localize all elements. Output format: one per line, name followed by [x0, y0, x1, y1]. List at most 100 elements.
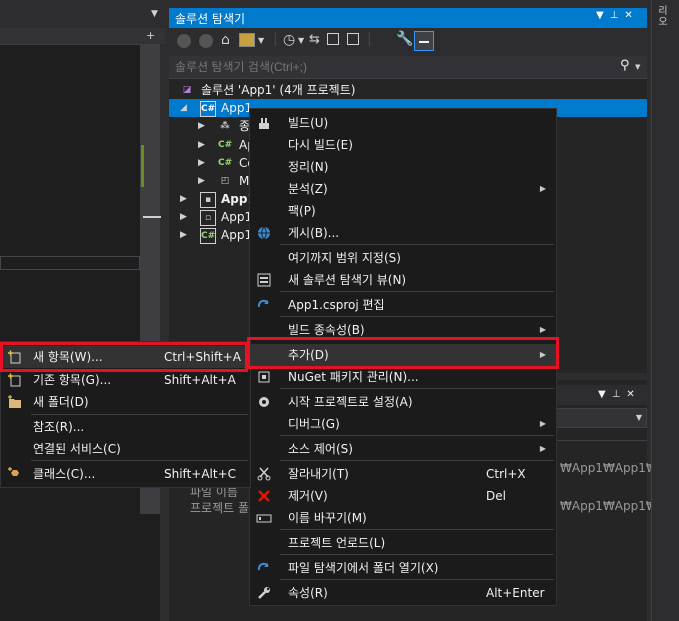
menu-item-5[interactable]: 연결된 서비스(C) — [1, 438, 250, 460]
menu-item-label: 팩(P) — [288, 204, 316, 218]
menu-item-14[interactable]: 디버그(G) ▶ — [250, 413, 556, 435]
menu-item-18[interactable]: 이름 바꾸기(M) — [250, 507, 556, 529]
menu-item-6[interactable]: 게시(B)... — [250, 222, 556, 244]
submenu-arrow-icon: ▶ — [539, 325, 546, 334]
menu-item-label: 파일 탐색기에서 폴더 열기(X) — [288, 561, 439, 575]
menu-item-2[interactable]: 다시 빌드(E) — [250, 134, 556, 156]
menu-separator — [280, 388, 554, 389]
menu-item-11[interactable]: 추가(D) ▶ — [250, 344, 556, 366]
close-icon[interactable]: ✕ — [624, 10, 638, 21]
solution-explorer-search-input[interactable] — [175, 60, 595, 74]
back-icon[interactable] — [177, 34, 191, 48]
pin-icon[interactable]: ⊥ — [610, 10, 625, 21]
menu-separator — [280, 244, 554, 245]
menu-item-16[interactable]: 잘라내기(T) Ctrl+X — [250, 463, 556, 485]
menu-item-6[interactable]: 클래스(C)... Shift+Alt+C — [1, 463, 250, 485]
csharp-file-icon: C# — [218, 158, 233, 168]
menu-item-label: NuGet 패키지 관리(N)... — [288, 370, 419, 384]
show-all-files-icon[interactable] — [347, 33, 359, 45]
expand-arrow-icon[interactable]: ▶ — [180, 208, 187, 226]
tree-item-label: 솔루션 'App1' (4개 프로젝트) — [201, 83, 356, 97]
tab-dropdown-icon[interactable]: ▼ — [151, 9, 158, 19]
menu-item-3[interactable]: 새 폴더(D) — [1, 391, 250, 413]
csharp-project-icon: C# — [200, 228, 216, 244]
properties-object-dropdown[interactable]: ▼ — [555, 408, 647, 428]
menu-item-10[interactable]: 빌드 종속성(B) ▶ — [250, 319, 556, 341]
menu-item-shortcut: Ctrl+Shift+A — [164, 350, 241, 364]
menu-item-20[interactable]: 파일 탐색기에서 폴더 열기(X) — [250, 557, 556, 579]
chevron-down-icon[interactable]: ▼ — [636, 413, 642, 422]
menu-item-1[interactable]: 빌드(U) — [250, 112, 556, 134]
menu-item-label: 시작 프로젝트로 설정(A) — [288, 395, 413, 409]
menu-item-21[interactable]: 속성(R) Alt+Enter — [250, 582, 556, 604]
menu-item-shortcut: Alt+Enter — [486, 586, 545, 600]
menu-item-19[interactable]: 프로젝트 언로드(L) — [250, 532, 556, 554]
menu-item-5[interactable]: 팩(P) — [250, 200, 556, 222]
search-icon[interactable]: ⚲ — [620, 58, 630, 73]
menu-item-2[interactable]: 기존 항목(G)... Shift+Alt+A — [1, 369, 250, 391]
pending-changes-icon[interactable]: ◷ — [283, 32, 295, 48]
menu-item-label: 빌드 종속성(B) — [288, 323, 365, 337]
split-editor-icon[interactable]: + — [146, 30, 158, 42]
collapse-all-icon[interactable] — [327, 33, 339, 45]
menu-item-15[interactable]: 소스 제어(S) ▶ — [250, 438, 556, 460]
menu-item-8[interactable]: 새 솔루션 탐색기 뷰(N) — [250, 269, 556, 291]
build-icon — [256, 116, 272, 130]
forward-icon[interactable] — [199, 34, 213, 48]
menu-item-9[interactable]: App1.csproj 편집 — [250, 294, 556, 316]
home-icon[interactable]: ⌂ — [221, 32, 230, 48]
menu-item-label: 소스 제어(S) — [288, 442, 353, 456]
switch-views-dropdown-icon[interactable]: ▼ — [258, 36, 264, 45]
submenu-arrow-icon: ▶ — [539, 350, 546, 359]
expand-arrow-icon[interactable]: ▶ — [198, 136, 205, 154]
menu-item-label: 추가(D) — [288, 348, 329, 362]
property-value-path: ₩App1₩App1₩ — [560, 499, 658, 513]
expand-arrow-icon[interactable]: ▶ — [180, 190, 187, 208]
menu-item-4[interactable]: 분석(Z) ▶ — [250, 178, 556, 200]
ios-project-icon: ▫ — [200, 210, 216, 226]
expand-arrow-icon[interactable]: ▶ — [180, 226, 187, 244]
menu-item-label: 새 폴더(D) — [33, 395, 89, 409]
expand-arrow-icon[interactable]: ▶ — [198, 154, 205, 172]
dropdown-icon[interactable]: ▼ — [598, 389, 612, 400]
tree-item-label: M — [239, 174, 250, 188]
editor-navigation-bar[interactable]: + — [0, 28, 165, 45]
panel-controls: ▼⊥✕ — [596, 10, 639, 21]
solution-explorer-title: 솔루션 탐색기 — [175, 12, 246, 26]
expand-arrow-icon[interactable]: ▶ — [198, 172, 205, 190]
menu-separator — [280, 435, 554, 436]
menu-separator — [280, 291, 554, 292]
dropdown-icon[interactable]: ▼ — [596, 10, 610, 21]
pending-changes-dropdown-icon[interactable]: ▼ — [298, 36, 304, 45]
android-project-icon: ▪ — [200, 192, 216, 208]
menu-item-7[interactable]: 여기까지 범위 지정(S) — [250, 247, 556, 269]
properties-wrench-icon[interactable]: 🔧 — [396, 31, 413, 47]
menu-item-label: 속성(R) — [288, 586, 328, 600]
gear-icon — [256, 395, 272, 409]
switch-views-icon[interactable] — [239, 33, 255, 47]
vertical-tool-tab[interactable]: 리오 — [655, 6, 671, 28]
menu-item-label: 새 솔루션 탐색기 뷰(N) — [288, 273, 407, 287]
class-icon — [7, 467, 23, 481]
refresh-icon — [256, 298, 272, 312]
menu-item-13[interactable]: 시작 프로젝트로 설정(A) — [250, 391, 556, 413]
sync-icon[interactable]: ⇆ — [309, 32, 320, 47]
menu-item-label: 다시 빌드(E) — [288, 138, 353, 152]
menu-item-12[interactable]: NuGet 패키지 관리(N)... — [250, 366, 556, 388]
collapse-arrow-icon[interactable]: ◢ — [180, 99, 187, 117]
menu-separator — [31, 414, 248, 415]
close-icon[interactable]: ✕ — [626, 389, 640, 400]
new-folder-icon — [7, 395, 23, 409]
search-options-dropdown-icon[interactable]: ▼ — [635, 63, 640, 71]
menu-item-label: 제거(V) — [288, 489, 328, 503]
menu-item-3[interactable]: 정리(N) — [250, 156, 556, 178]
expand-arrow-icon[interactable]: ▶ — [198, 117, 205, 135]
new-item-icon — [7, 350, 23, 364]
pin-icon[interactable]: ⊥ — [612, 389, 627, 400]
menu-item-1[interactable]: 새 항목(W)... Ctrl+Shift+A — [1, 346, 250, 368]
add-submenu: 새 항목(W)... Ctrl+Shift+A 기존 항목(G)... Shift+A… — [0, 341, 251, 488]
menu-item-4[interactable]: 참조(R)... — [1, 416, 250, 438]
preview-selected-items-icon[interactable] — [414, 31, 434, 51]
editor-horizontal-scrollbar[interactable] — [0, 256, 140, 270]
menu-item-17[interactable]: 제거(V) Del — [250, 485, 556, 507]
